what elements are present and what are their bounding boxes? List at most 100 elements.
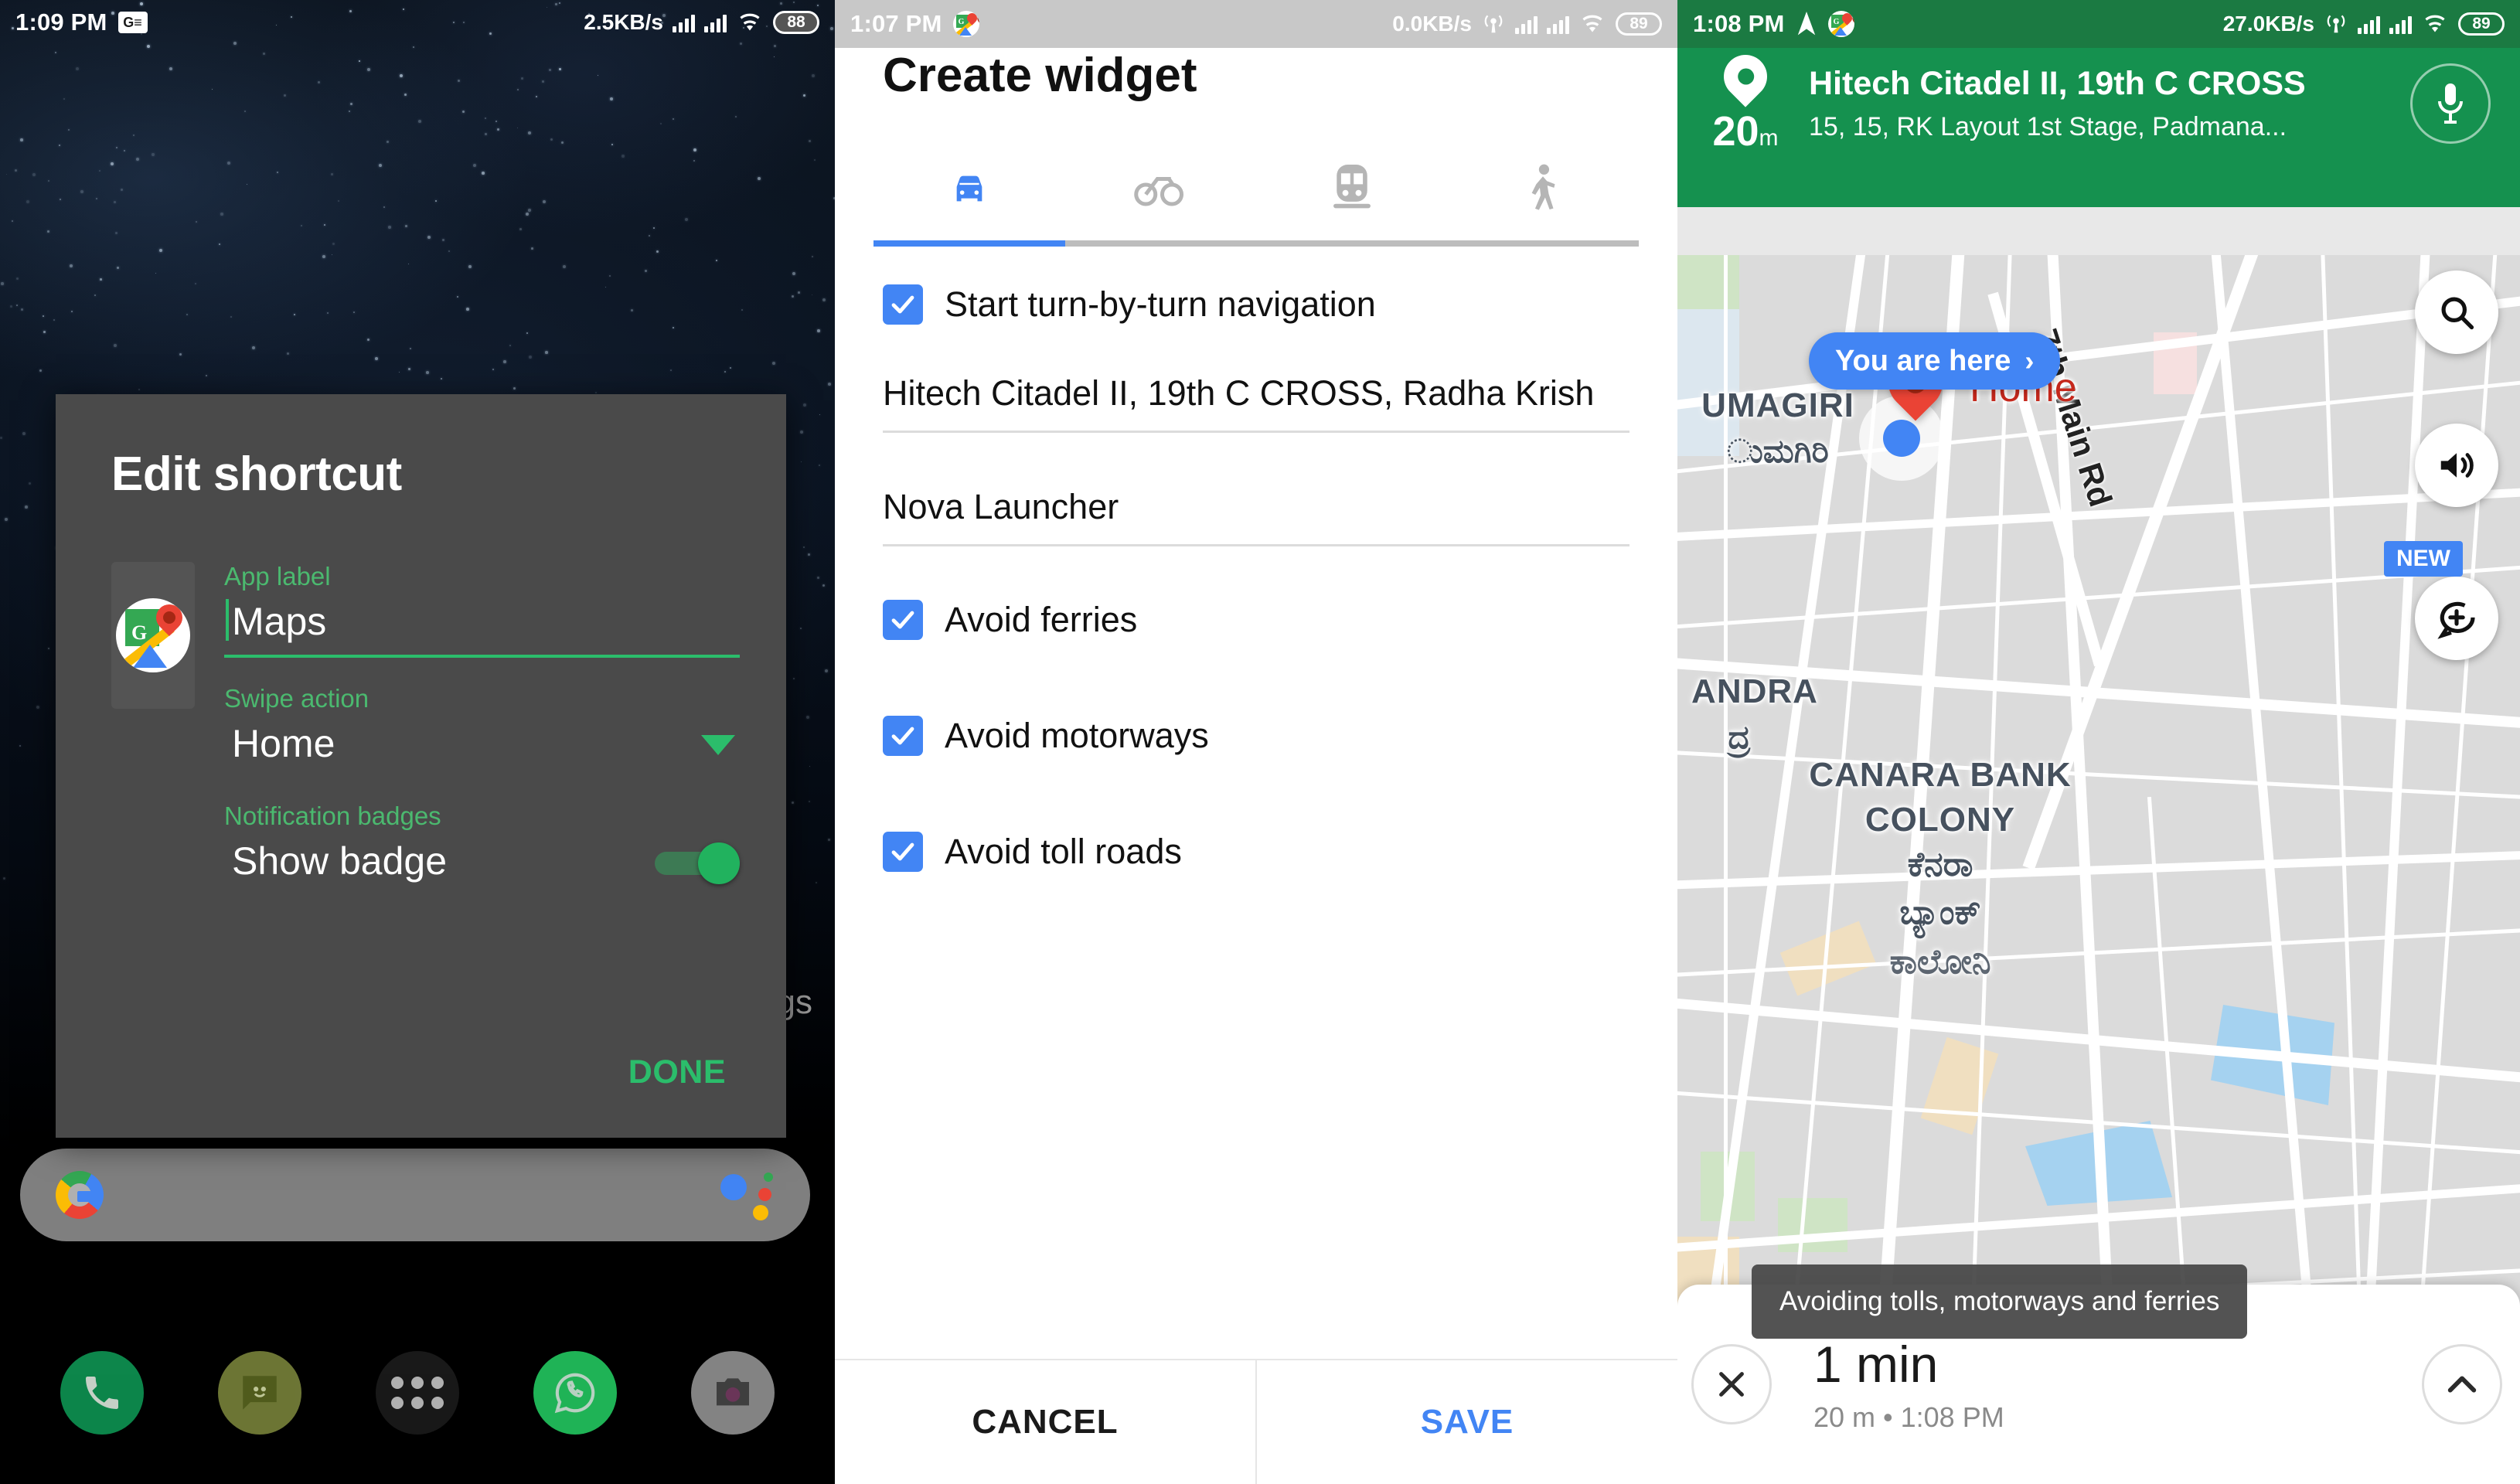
network-speed: 0.0KB/s bbox=[1392, 12, 1472, 36]
option-label: Start turn-by-turn navigation bbox=[945, 284, 1376, 324]
signal-icon-sim1 bbox=[2358, 14, 2380, 34]
destination-name: Hitech Citadel II, 19th C CROSS bbox=[1809, 65, 2306, 102]
tab-two-wheeler[interactable] bbox=[1065, 154, 1257, 223]
launcher-dock bbox=[0, 1331, 835, 1455]
widget-label-field[interactable]: Nova Launcher bbox=[883, 476, 1629, 546]
app-label-value: Maps bbox=[232, 600, 327, 643]
chevron-right-icon: › bbox=[2025, 345, 2035, 376]
blue-dot-icon bbox=[1883, 420, 1920, 457]
close-icon bbox=[1719, 1372, 1744, 1397]
motorcycle-icon bbox=[1134, 177, 1184, 206]
navigation-arrow-icon bbox=[1797, 12, 1815, 36]
status-time: 1:09 PM bbox=[15, 9, 107, 36]
signal-icon-sim2 bbox=[2389, 14, 2412, 34]
edit-shortcut-dialog: Edit shortcut G App label Maps Swipe act… bbox=[56, 394, 786, 1138]
dock-app-drawer-icon[interactable] bbox=[376, 1351, 459, 1435]
google-g-icon bbox=[56, 1171, 104, 1219]
dock-whatsapp-icon[interactable] bbox=[533, 1351, 617, 1435]
swipe-action-select[interactable]: Home bbox=[224, 715, 740, 775]
chevron-up-icon bbox=[2447, 1376, 2477, 1393]
dock-camera-icon[interactable] bbox=[691, 1351, 775, 1435]
tab-driving[interactable] bbox=[873, 154, 1065, 223]
volume-icon bbox=[2440, 453, 2474, 478]
widget-options-list: Start turn-by-turn navigation Hitech Cit… bbox=[835, 247, 1677, 910]
car-icon bbox=[956, 175, 982, 202]
destination-field[interactable]: Hitech Citadel II, 19th C CROSS, Radha K… bbox=[883, 362, 1629, 433]
voice-search-button[interactable] bbox=[2410, 63, 2491, 144]
option-avoid-toll-roads[interactable]: Avoid toll roads bbox=[883, 794, 1629, 910]
google-maps-icon: G bbox=[1827, 11, 1854, 37]
option-label: Avoid ferries bbox=[945, 600, 1138, 639]
microphone-icon bbox=[2438, 83, 2463, 124]
google-assistant-icon[interactable] bbox=[720, 1168, 775, 1222]
dialog-title: Edit shortcut bbox=[111, 448, 402, 501]
wifi-icon bbox=[1582, 15, 1602, 32]
dialog-footer: CANCEL SAVE bbox=[835, 1359, 1677, 1484]
app-label-input[interactable]: Maps bbox=[224, 593, 740, 658]
new-badge: NEW bbox=[2384, 541, 2463, 577]
close-navigation-button[interactable] bbox=[1691, 1344, 1772, 1424]
signal-icon-sim1 bbox=[1515, 14, 1538, 34]
show-badge-label: Show badge bbox=[232, 839, 448, 883]
swipe-action-caption: Swipe action bbox=[224, 684, 369, 713]
widget-label-value: Nova Launcher bbox=[883, 487, 1119, 526]
map-area-label-local: ಕೆನರಾ bbox=[1907, 846, 1973, 883]
tab-transit[interactable] bbox=[1256, 154, 1448, 223]
signal-icon-sim2 bbox=[704, 12, 727, 32]
cancel-button[interactable]: CANCEL bbox=[835, 1360, 1257, 1484]
battery-icon: 88 bbox=[773, 11, 819, 34]
google-maps-icon: G bbox=[952, 11, 979, 37]
checkbox-checked[interactable] bbox=[883, 716, 923, 756]
you-are-here-callout[interactable]: You are here › bbox=[1809, 332, 2061, 390]
panel-maps-navigation: 1:08 PM G 27.0KB/s 89 20m Hitech Citadel… bbox=[1677, 0, 2520, 1484]
travel-mode-tabs bbox=[835, 154, 1677, 223]
status-time: 1:07 PM bbox=[850, 10, 942, 37]
option-start-navigation[interactable]: Start turn-by-turn navigation bbox=[883, 247, 1629, 362]
tab-indicator bbox=[873, 240, 1065, 247]
place-pin-icon bbox=[1715, 46, 1776, 107]
panel-create-widget: 1:07 PM G 0.0KB/s 89 Create widget Start… bbox=[835, 0, 1677, 1484]
tab-indicator-track bbox=[873, 240, 1639, 247]
eta-value: 1 min bbox=[1813, 1336, 1939, 1393]
app-icon-button[interactable]: G bbox=[111, 562, 195, 709]
option-avoid-ferries[interactable]: Avoid ferries bbox=[883, 562, 1629, 678]
signal-icon-sim2 bbox=[1547, 14, 1569, 34]
dock-phone-icon[interactable] bbox=[60, 1351, 144, 1435]
text-caret bbox=[226, 599, 229, 641]
save-button[interactable]: SAVE bbox=[1257, 1360, 1677, 1484]
expand-sheet-button[interactable] bbox=[2422, 1344, 2502, 1424]
location-icon bbox=[2327, 15, 2345, 33]
done-button[interactable]: DONE bbox=[628, 1053, 726, 1091]
checkbox-checked[interactable] bbox=[883, 284, 923, 325]
show-badge-row[interactable]: Show badge bbox=[224, 832, 740, 893]
swipe-action-value: Home bbox=[232, 722, 335, 765]
notification-badges-caption: Notification badges bbox=[224, 802, 441, 830]
google-search-widget[interactable] bbox=[20, 1149, 810, 1241]
add-report-icon bbox=[2437, 601, 2475, 639]
option-avoid-motorways[interactable]: Avoid motorways bbox=[883, 678, 1629, 794]
map-area-label-local: ದ್ರ bbox=[1728, 719, 1751, 755]
status-bar-1: 1:09 PM G≡ 2.5KB/s 88 bbox=[0, 0, 835, 45]
report-fab[interactable]: NEW bbox=[2384, 541, 2498, 660]
input-underline bbox=[224, 655, 740, 658]
option-label: Avoid toll roads bbox=[945, 832, 1182, 871]
status-time: 1:08 PM bbox=[1693, 10, 1785, 37]
map-area-label: COLONY bbox=[1864, 801, 2016, 839]
network-speed: 27.0KB/s bbox=[2222, 12, 2314, 36]
app-label-caption: App label bbox=[224, 562, 331, 591]
walk-icon bbox=[1531, 164, 1555, 210]
panel-launcher-home: 1:09 PM G≡ 2.5KB/s 88 ngs Edit shortcut … bbox=[0, 0, 835, 1484]
signal-icon-sim1 bbox=[673, 12, 695, 32]
battery-icon: 89 bbox=[1616, 12, 1662, 36]
dock-messaging-icon[interactable] bbox=[218, 1351, 301, 1435]
train-icon bbox=[1333, 165, 1371, 209]
eta-details: 20 m • 1:08 PM bbox=[1813, 1401, 2004, 1433]
checkbox-checked[interactable] bbox=[883, 832, 923, 872]
map-area-label: CANARA BANK bbox=[1809, 756, 2072, 794]
show-badge-toggle[interactable] bbox=[655, 842, 740, 884]
sound-fab[interactable] bbox=[2415, 424, 2498, 507]
search-fab[interactable] bbox=[2415, 271, 2498, 354]
map-action-buttons: NEW bbox=[2384, 271, 2498, 730]
checkbox-checked[interactable] bbox=[883, 600, 923, 640]
tab-walking[interactable] bbox=[1448, 154, 1640, 223]
